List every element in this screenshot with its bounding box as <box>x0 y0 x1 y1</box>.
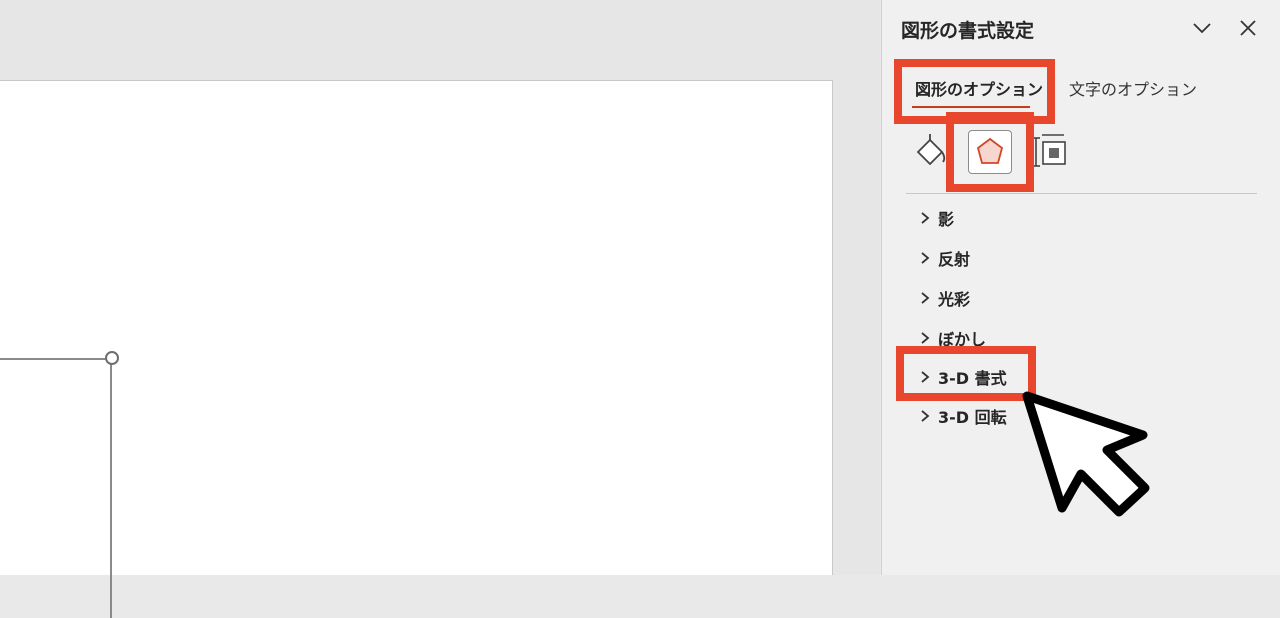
chevron-down-icon[interactable] <box>1188 14 1216 42</box>
slide[interactable] <box>0 80 833 618</box>
size-properties-icon[interactable] <box>1030 130 1074 174</box>
section-glow[interactable]: 光彩 <box>918 286 970 310</box>
section-label: 光彩 <box>938 290 971 309</box>
resize-handle[interactable] <box>105 351 119 365</box>
divider <box>906 193 1257 194</box>
section-label: 3-D 回転 <box>938 408 1007 427</box>
chevron-right-icon <box>921 212 930 224</box>
section-shadow[interactable]: 影 <box>918 206 954 230</box>
pane-title: 図形の書式設定 <box>901 20 1035 42</box>
mouse-pointer-icon <box>1022 391 1150 517</box>
chevron-right-icon <box>921 332 930 344</box>
tab-text-options[interactable]: 文字のオプション <box>1069 76 1197 100</box>
close-icon[interactable] <box>1234 14 1262 42</box>
editing-canvas <box>0 0 880 618</box>
section-label: 影 <box>938 210 955 229</box>
highlight-box-effects-icon <box>946 112 1034 192</box>
selected-shape[interactable] <box>0 358 112 618</box>
section-3d-rotation[interactable]: 3-D 回転 <box>918 404 1007 428</box>
section-label: 反射 <box>938 250 971 269</box>
chevron-right-icon <box>921 292 930 304</box>
chevron-right-icon <box>921 252 930 264</box>
chevron-right-icon <box>921 410 930 422</box>
section-reflection[interactable]: 反射 <box>918 246 970 270</box>
